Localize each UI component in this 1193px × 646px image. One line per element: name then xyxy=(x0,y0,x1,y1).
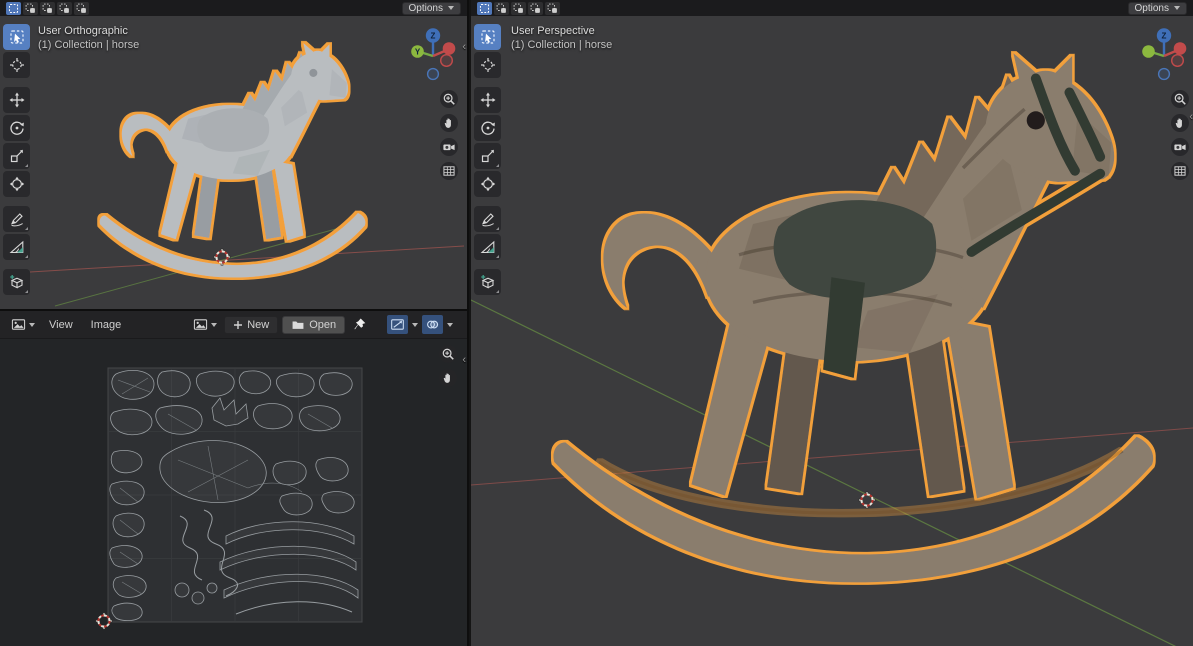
uv-controls xyxy=(439,345,457,387)
tool-annotate[interactable] xyxy=(474,206,501,232)
select-mode-set-button[interactable] xyxy=(477,2,492,15)
viewport-canvas-left[interactable] xyxy=(0,16,469,311)
navigation-gizmo[interactable]: Z Y xyxy=(407,24,459,84)
camera-view-icon[interactable] xyxy=(440,138,458,156)
select-mode-invert-button[interactable] xyxy=(57,2,72,15)
select-mode-invert-button[interactable] xyxy=(528,2,543,15)
open-image-button[interactable]: Open xyxy=(282,316,345,334)
viewport-canvas-right[interactable] xyxy=(471,16,1193,646)
chevron-down-icon xyxy=(447,323,453,327)
new-image-label: New xyxy=(247,319,269,331)
select-mode-intersect-button[interactable] xyxy=(545,2,560,15)
open-image-label: Open xyxy=(309,319,336,331)
cursor-3d xyxy=(214,249,231,266)
select-mode-subtract-button[interactable] xyxy=(40,2,55,15)
select-mode-subtract-button[interactable] xyxy=(511,2,526,15)
tool-transform[interactable] xyxy=(3,171,30,197)
options-button[interactable]: Options xyxy=(402,2,461,15)
rocking-horse-object-clay[interactable] xyxy=(100,43,366,277)
tool-cursor[interactable] xyxy=(3,52,30,78)
tool-shelf xyxy=(474,24,502,297)
select-mode-extend-button[interactable] xyxy=(494,2,509,15)
zoom-icon[interactable] xyxy=(439,345,457,363)
tool-select-box[interactable] xyxy=(3,24,30,50)
chevron-down-icon xyxy=(1174,6,1180,10)
pan-hand-icon[interactable] xyxy=(439,369,457,387)
gizmo-z-label: Z xyxy=(1162,32,1167,41)
blender-window: Options User Orthographic (1) Collection… xyxy=(0,0,1193,646)
tool-add-cube[interactable] xyxy=(474,269,501,295)
ortho-grid-icon[interactable] xyxy=(1171,162,1189,180)
navigation-gizmo[interactable]: Z xyxy=(1138,24,1190,84)
plus-icon xyxy=(233,320,243,330)
sidebar-collapse-arrow[interactable]: ‹ xyxy=(462,355,466,365)
ortho-grid-icon[interactable] xyxy=(440,162,458,180)
select-mode-extend-button[interactable] xyxy=(23,2,38,15)
tool-transform[interactable] xyxy=(474,171,501,197)
show-overlays-button[interactable] xyxy=(422,315,443,334)
tool-add-cube[interactable] xyxy=(3,269,30,295)
camera-view-icon[interactable] xyxy=(1171,138,1189,156)
tool-select-box[interactable] xyxy=(474,24,501,50)
editor-type-button[interactable] xyxy=(8,315,38,334)
uv-canvas[interactable] xyxy=(0,338,469,646)
chevron-down-icon xyxy=(448,6,454,10)
tool-scale[interactable] xyxy=(474,143,501,169)
select-mode-set-button[interactable] xyxy=(6,2,21,15)
cursor-3d xyxy=(859,492,876,509)
tool-measure[interactable] xyxy=(3,234,30,260)
gizmo-toggle-icon xyxy=(390,317,405,332)
options-label: Options xyxy=(409,3,443,14)
tool-cursor[interactable] xyxy=(474,52,501,78)
tool-annotate[interactable] xyxy=(3,206,30,232)
chevron-down-icon xyxy=(29,323,35,327)
pan-hand-icon[interactable] xyxy=(1171,114,1189,132)
tool-move[interactable] xyxy=(474,87,501,113)
show-gizmo-button[interactable] xyxy=(387,315,408,334)
rocking-horse-object-textured[interactable] xyxy=(553,53,1153,582)
overlays-toggle-icon xyxy=(425,317,440,332)
zoom-icon[interactable] xyxy=(1171,90,1189,108)
menu-image[interactable]: Image xyxy=(84,316,129,334)
pin-button[interactable] xyxy=(349,315,370,334)
viewport-controls xyxy=(1171,90,1189,180)
uv-editor-header: View Image New Open xyxy=(0,311,467,339)
options-button[interactable]: Options xyxy=(1128,2,1187,15)
new-image-button[interactable]: New xyxy=(224,316,278,334)
gizmo-z-label: Z xyxy=(431,32,436,41)
pan-hand-icon[interactable] xyxy=(440,114,458,132)
chevron-down-icon xyxy=(211,323,217,327)
viewport-3d-left: Options User Orthographic (1) Collection… xyxy=(0,0,469,311)
tool-shelf xyxy=(3,24,31,297)
viewport-3d-right: Options User Perspective (1) Collection … xyxy=(471,0,1193,646)
uv-image-editor: View Image New Open xyxy=(0,311,469,646)
sidebar-collapse-arrow[interactable]: ‹ xyxy=(1189,112,1193,122)
tool-measure[interactable] xyxy=(474,234,501,260)
tool-move[interactable] xyxy=(3,87,30,113)
tool-rotate[interactable] xyxy=(3,115,30,141)
tool-scale[interactable] xyxy=(3,143,30,169)
viewport-controls xyxy=(440,90,458,180)
sidebar-collapse-arrow[interactable]: ‹ xyxy=(462,42,466,52)
gizmo-y-label: Y xyxy=(415,48,421,57)
folder-icon xyxy=(291,318,305,332)
pin-icon xyxy=(352,317,367,332)
tool-settings-bar: Options xyxy=(471,0,1193,16)
options-label: Options xyxy=(1135,3,1169,14)
chevron-down-icon xyxy=(412,323,418,327)
tool-settings-bar: Options xyxy=(0,0,467,16)
browse-image-button[interactable] xyxy=(190,315,220,334)
select-mode-intersect-button[interactable] xyxy=(74,2,89,15)
zoom-icon[interactable] xyxy=(440,90,458,108)
menu-view[interactable]: View xyxy=(42,316,80,334)
tool-rotate[interactable] xyxy=(474,115,501,141)
